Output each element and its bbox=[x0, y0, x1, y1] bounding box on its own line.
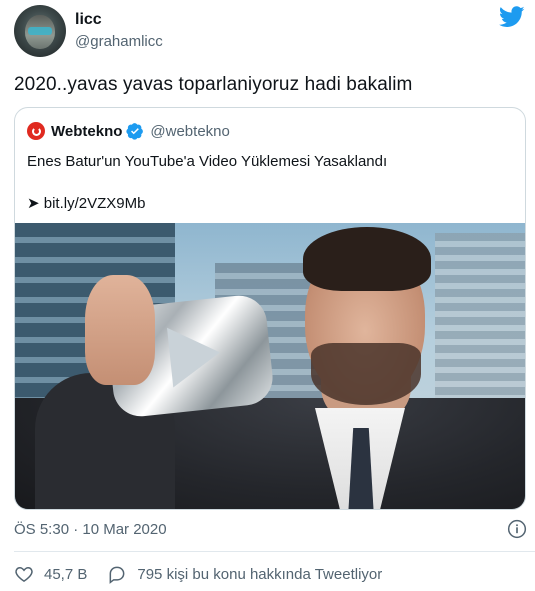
quoted-headline: Enes Batur'un YouTube'a Video Yüklemesi … bbox=[27, 153, 388, 170]
heart-icon bbox=[15, 566, 33, 582]
author-name[interactable]: licc bbox=[75, 11, 102, 29]
avatar-mask bbox=[28, 27, 52, 35]
like-button[interactable]: 45,7 B bbox=[14, 564, 87, 584]
verified-badge-icon bbox=[126, 123, 144, 140]
webtekno-logo-icon bbox=[27, 122, 45, 140]
quoted-photo[interactable] bbox=[15, 223, 525, 509]
quoted-source-handle[interactable]: @webtekno bbox=[150, 123, 229, 140]
info-icon[interactable] bbox=[507, 519, 527, 539]
divider bbox=[14, 551, 535, 552]
talking-count: 795 kişi bu konu hakkında Tweetliyor bbox=[137, 565, 383, 583]
tweet-text: 2020..yavas yavas toparlaniyoruz hadi ba… bbox=[14, 74, 413, 95]
twitter-logo-icon[interactable] bbox=[499, 6, 525, 28]
quoted-header: Webtekno @webtekno bbox=[27, 122, 230, 140]
like-count: 45,7 B bbox=[44, 565, 88, 583]
author-handle[interactable]: @grahamlicc bbox=[75, 33, 163, 50]
tweet-actions: 45,7 B 795 kişi bu konu hakkında Tweetli… bbox=[14, 564, 402, 584]
quoted-tweet-card[interactable]: Webtekno @webtekno Enes Batur'un YouTube… bbox=[14, 107, 526, 510]
conversation-button[interactable]: 795 kişi bu konu hakkında Tweetliyor bbox=[107, 564, 382, 584]
quoted-link[interactable]: ➤ bit.ly/2VZX9Mb bbox=[27, 194, 145, 212]
tweet-timestamp[interactable]: ÖS 5:30 · 10 Mar 2020 bbox=[14, 521, 167, 538]
chat-bubble-icon bbox=[109, 566, 125, 584]
quoted-source-name[interactable]: Webtekno bbox=[51, 123, 122, 140]
author-avatar[interactable] bbox=[14, 5, 66, 57]
